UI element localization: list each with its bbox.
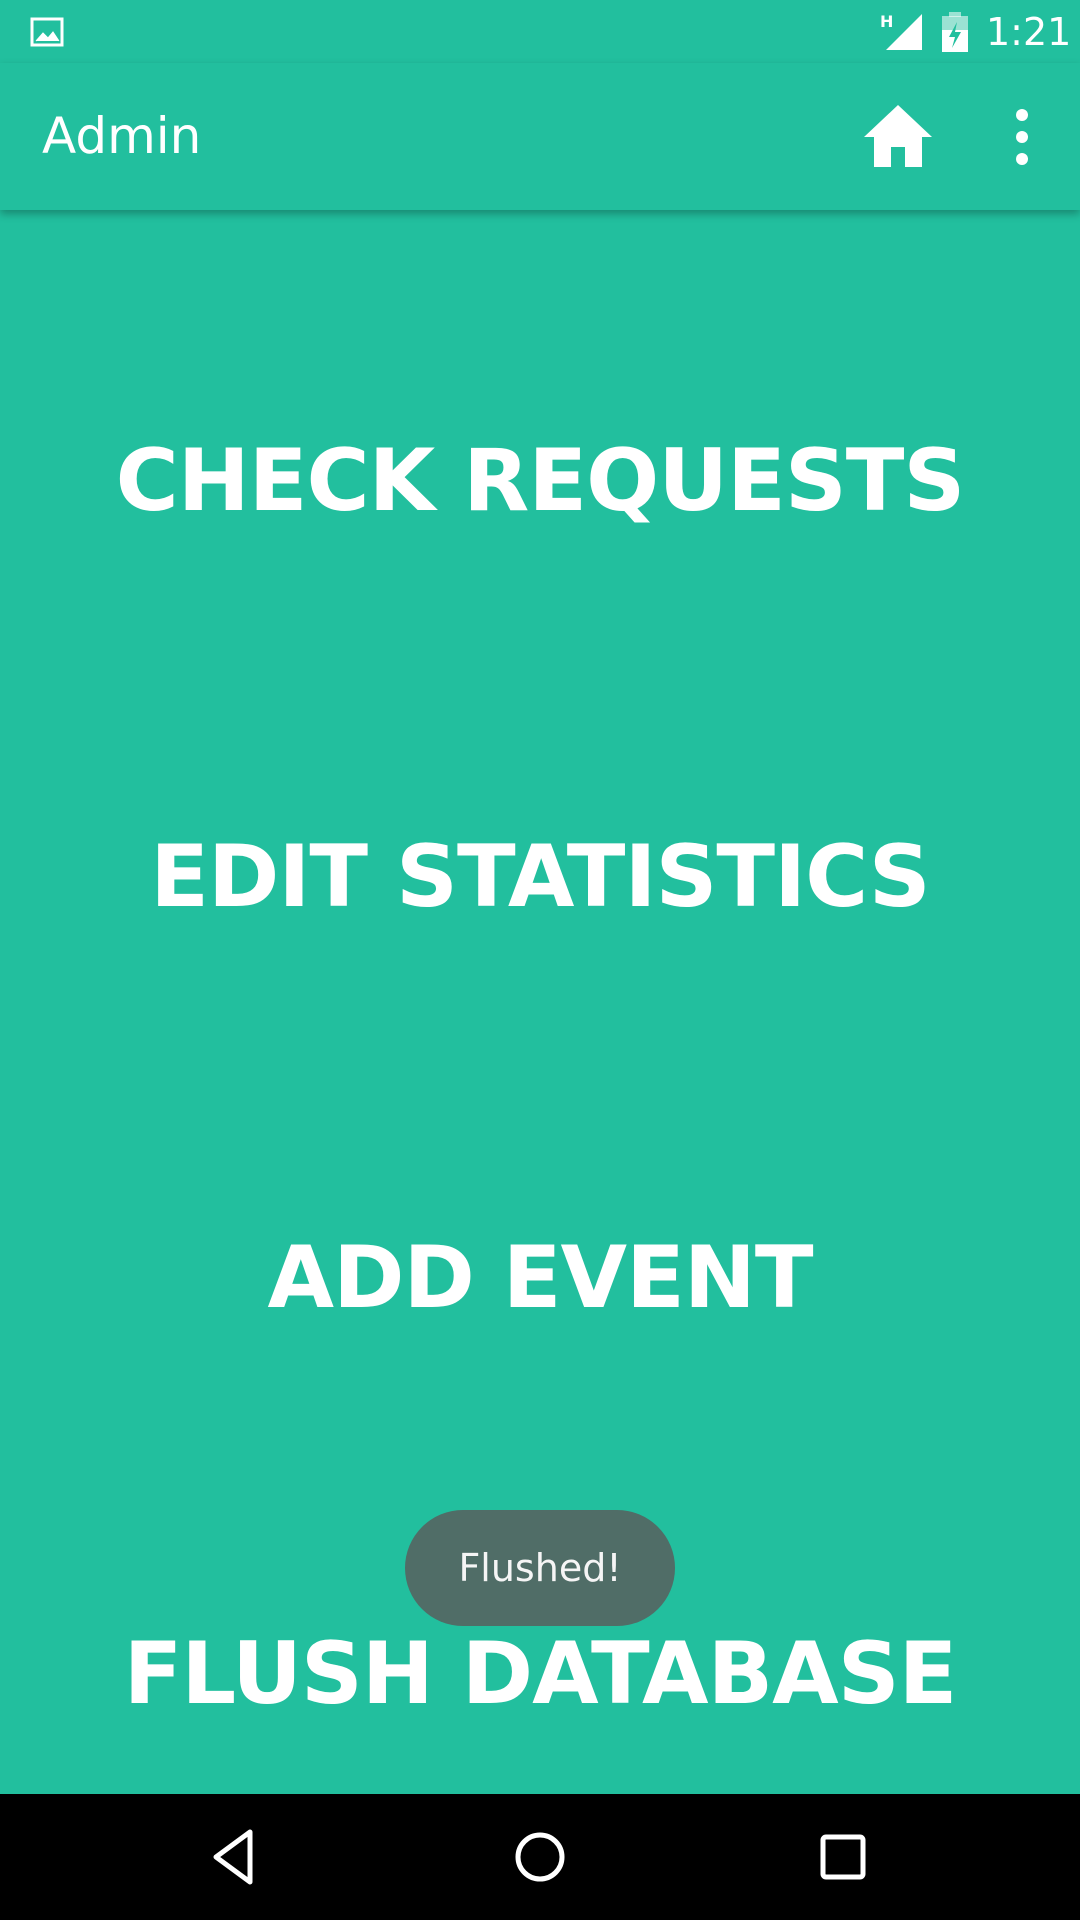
add-event-button[interactable]: ADD EVENT <box>0 1208 1080 1348</box>
status-clock: 1:21 <box>986 10 1072 54</box>
overflow-menu-button[interactable] <box>998 99 1046 175</box>
edit-statistics-button[interactable]: EDIT STATISTICS <box>0 807 1080 947</box>
back-icon[interactable] <box>204 1824 270 1890</box>
more-vert-icon <box>1016 109 1028 165</box>
home-circle-icon[interactable] <box>507 1824 573 1890</box>
status-bar: H 1:21 <box>0 0 1080 63</box>
app-bar: Admin <box>0 63 1080 210</box>
home-icon <box>864 105 932 167</box>
signal-icon <box>886 14 922 50</box>
home-button[interactable] <box>860 99 936 175</box>
page-title: Admin <box>42 107 202 165</box>
toast-message: Flushed! <box>405 1510 675 1626</box>
navigation-bar <box>0 1794 1080 1920</box>
check-requests-button[interactable]: CHECK REQUESTS <box>0 411 1080 551</box>
recents-icon[interactable] <box>810 1824 876 1890</box>
gallery-icon <box>30 17 64 47</box>
battery-charging-icon <box>942 12 968 52</box>
